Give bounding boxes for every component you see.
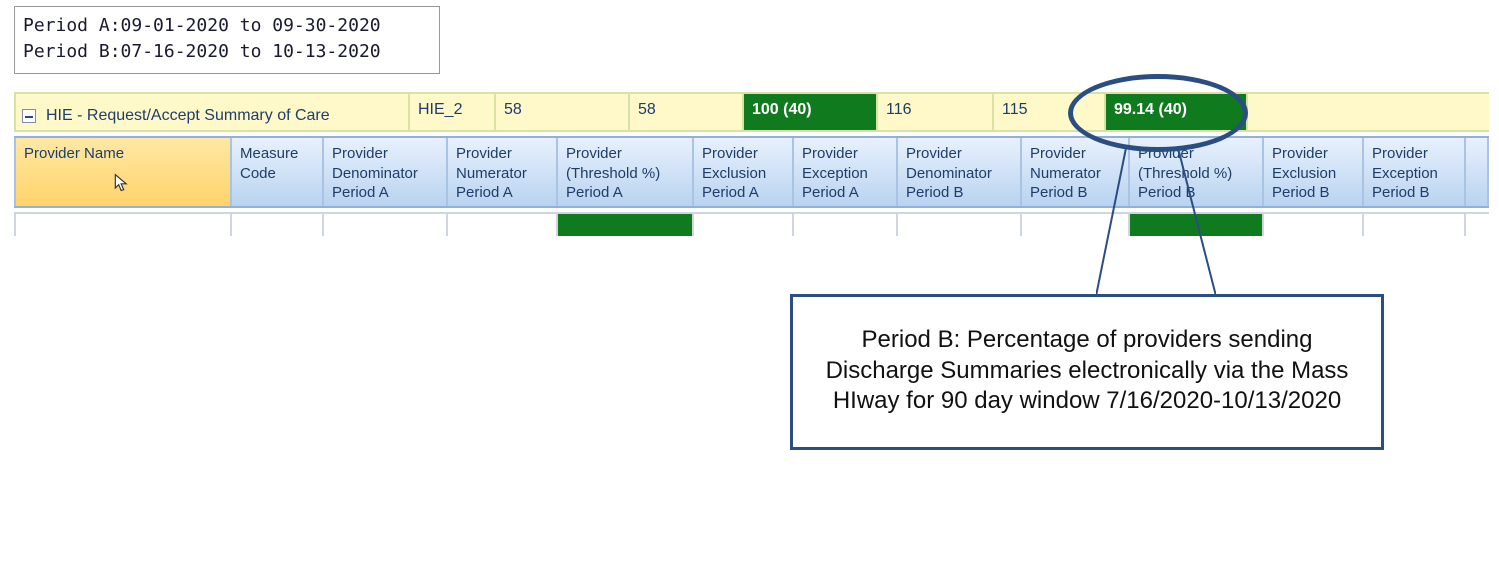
col-exclusion-b[interactable]: Provider Exclusion Period B [1262,138,1362,206]
summary-denominator-a: 58 [494,94,628,130]
col-denominator-b[interactable]: Provider Denominator Period B [896,138,1020,206]
col-trailing-blank [1464,138,1489,206]
summary-denominator-b: 116 [876,94,992,130]
col-threshold-a[interactable]: Provider (Threshold %) Period A [556,138,692,206]
annotation-callout: Period B: Percentage of providers sendin… [790,294,1384,450]
summary-trailing-blank [1246,94,1489,130]
col-exclusion-a[interactable]: Provider Exclusion Period A [692,138,792,206]
col-denominator-a[interactable]: Provider Denominator Period A [322,138,446,206]
summary-measure-code: HIE_2 [408,94,494,130]
summary-threshold-b: 99.14 (40) [1104,94,1246,130]
summary-threshold-a: 100 (40) [742,94,876,130]
col-exception-b[interactable]: Provider Exception Period B [1362,138,1464,206]
grid-header-row: Provider Name Measure Code Provider Deno… [14,136,1489,208]
col-numerator-b[interactable]: Provider Numerator Period B [1020,138,1128,206]
period-b-range: Period B:07-16-2020 to 10-13-2020 [23,39,431,65]
col-numerator-a[interactable]: Provider Numerator Period A [446,138,556,206]
summary-title-cell[interactable]: HIE - Request/Accept Summary of Care [14,94,408,130]
col-exception-a[interactable]: Provider Exception Period A [792,138,896,206]
summary-numerator-b: 115 [992,94,1104,130]
period-range-panel: Period A:09-01-2020 to 09-30-2020 Period… [14,6,440,74]
collapse-icon[interactable] [22,109,36,123]
annotation-text: Period B: Percentage of providers sendin… [826,326,1349,414]
grid-data-row-partial [14,212,1489,236]
measure-summary-row: HIE - Request/Accept Summary of Care HIE… [14,92,1489,132]
summary-title: HIE - Request/Accept Summary of Care [46,107,330,125]
col-measure-code[interactable]: Measure Code [230,138,322,206]
col-threshold-b[interactable]: Provider (Threshold %) Period B [1128,138,1262,206]
cursor-icon [112,172,132,194]
col-provider-name[interactable]: Provider Name [14,138,230,206]
summary-numerator-a: 58 [628,94,742,130]
period-a-range: Period A:09-01-2020 to 09-30-2020 [23,13,431,39]
